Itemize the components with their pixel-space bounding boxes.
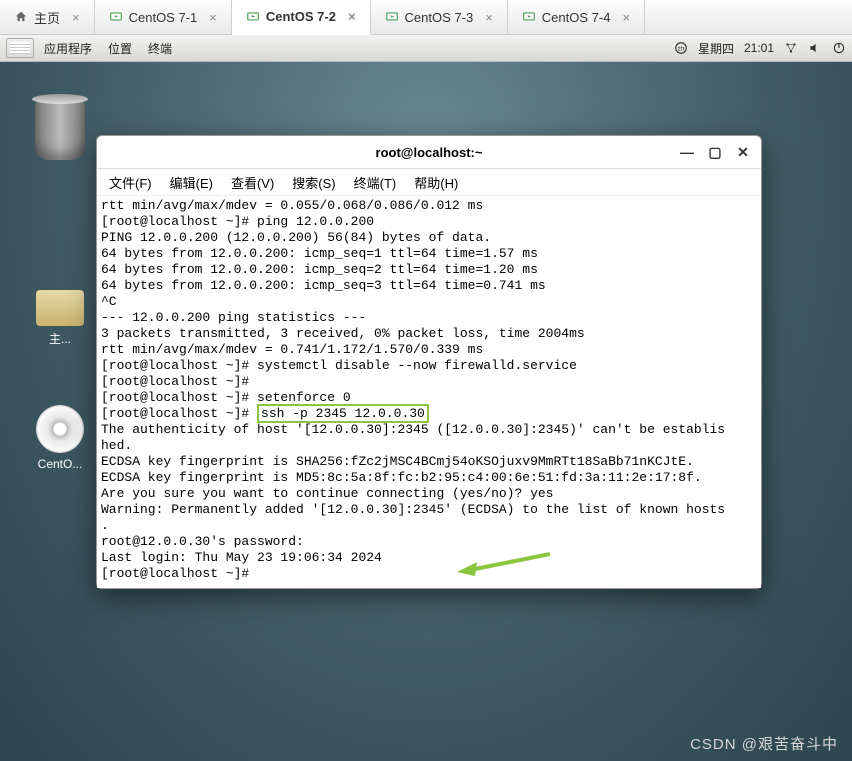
vm-tab-3[interactable]: CentOS 7-3 × [371,0,508,34]
panel-menu-places[interactable]: 位置 [102,38,138,59]
vm-tab-home[interactable]: 主页 × [0,0,95,34]
panel-menu-terminal[interactable]: 终端 [142,38,178,59]
window-close-button[interactable]: ✕ [731,140,755,164]
close-icon[interactable]: × [485,10,493,25]
desktop-cd[interactable]: CentO... [25,405,95,471]
folder-label: 主... [25,330,95,347]
close-icon[interactable]: × [72,10,80,25]
disc-icon [36,405,84,453]
vm-tab-bar: 主页 × CentOS 7-1 × CentOS 7-2 × CentOS 7-… [0,0,852,35]
menu-help[interactable]: 帮助(H) [406,171,466,194]
window-titlebar[interactable]: root@localhost:~ — ▢ ✕ [97,136,761,169]
vm-tab-label: CentOS 7-3 [405,10,474,25]
window-title: root@localhost:~ [376,145,483,160]
menu-view[interactable]: 查看(V) [223,171,282,194]
trash-icon [35,100,85,160]
vm-tab-label: CentOS 7-4 [542,10,611,25]
annotation-arrow-icon [455,550,555,578]
home-icon [14,10,28,24]
folder-icon [36,290,84,326]
window-maximize-button[interactable]: ▢ [703,140,727,164]
highlight-ssh-command: ssh -p 2345 12.0.0.30 [257,404,429,423]
gnome-panel: 应用程序 位置 终端 zh 星期四 21:01 [0,35,852,62]
vm-icon [109,10,123,24]
desktop-trash[interactable] [25,100,95,160]
vm-icon [246,10,260,24]
vm-tab-label: CentOS 7-2 [266,9,336,24]
close-icon[interactable]: × [348,9,356,24]
input-method-icon[interactable]: zh [674,41,688,55]
desktop-home-folder[interactable]: 主... [25,290,95,347]
volume-icon[interactable] [808,41,822,55]
watermark: CSDN @艰苦奋斗中 [690,733,838,754]
vm-tab-4[interactable]: CentOS 7-4 × [508,0,645,34]
menu-file[interactable]: 文件(F) [101,171,160,194]
terminal-menubar: 文件(F) 编辑(E) 查看(V) 搜索(S) 终端(T) 帮助(H) [97,169,761,196]
disc-label: CentO... [25,457,95,471]
network-icon[interactable] [784,41,798,55]
power-icon[interactable] [832,41,846,55]
terminal-window: root@localhost:~ — ▢ ✕ 文件(F) 编辑(E) 查看(V)… [96,135,762,589]
terminal-output[interactable]: rtt min/avg/max/mdev = 0.055/0.068/0.086… [97,196,761,588]
panel-day[interactable]: 星期四 [698,40,734,57]
panel-menu-applications[interactable]: 应用程序 [38,38,98,59]
window-minimize-button[interactable]: — [675,140,699,164]
vm-tab-2[interactable]: CentOS 7-2 × [232,0,371,35]
vm-tab-home-label: 主页 [34,8,60,27]
menu-terminal[interactable]: 终端(T) [346,171,405,194]
vm-tab-label: CentOS 7-1 [129,10,198,25]
menu-search[interactable]: 搜索(S) [284,171,343,194]
vm-icon [385,10,399,24]
svg-text:zh: zh [678,45,685,52]
vm-icon [522,10,536,24]
applications-icon [6,38,34,58]
close-icon[interactable]: × [209,10,217,25]
desktop: 应用程序 位置 终端 zh 星期四 21:01 主... [0,35,852,761]
panel-time[interactable]: 21:01 [744,41,774,55]
vm-tab-1[interactable]: CentOS 7-1 × [95,0,232,34]
menu-edit[interactable]: 编辑(E) [162,171,221,194]
close-icon[interactable]: × [622,10,630,25]
